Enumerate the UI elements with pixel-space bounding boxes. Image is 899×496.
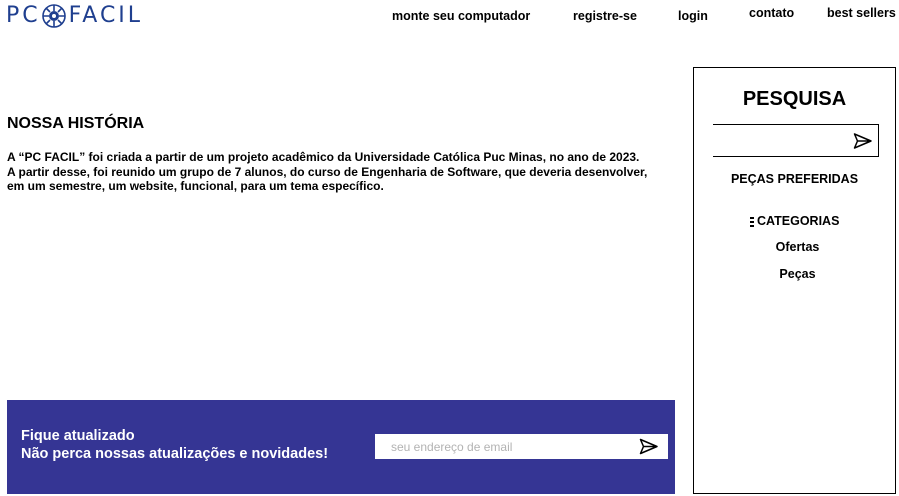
logo-text-facil: FACIL (68, 3, 144, 28)
site-logo[interactable]: PC FACIL (6, 3, 143, 29)
sidebar-title: PESQUISA (742, 88, 847, 110)
circuit-logo-icon (41, 4, 66, 28)
history-line-3: em um semestre, um website, funcional, p… (7, 179, 384, 193)
nav-best-sellers[interactable]: best sellers (827, 6, 896, 20)
menu-icon (750, 216, 754, 227)
nav-monte-seu-computador[interactable]: monte seu computador (392, 9, 530, 23)
history-line-1: A “PC FACIL” foi criada a partir de um p… (7, 150, 640, 164)
newsletter-subtitle: Não perca nossas atualizações e novidade… (21, 446, 329, 462)
send-icon[interactable] (853, 132, 873, 150)
newsletter-form (375, 434, 668, 459)
nav-login[interactable]: login (678, 9, 708, 23)
nav-registre-se[interactable]: registre-se (573, 9, 637, 23)
history-line-2: A partir desse, foi reunido um grupo de … (7, 164, 648, 179)
send-icon[interactable] (639, 438, 659, 455)
sidebar-item-pecas[interactable]: Peças (697, 267, 898, 281)
newsletter-title: Fique atualizado (21, 428, 135, 444)
email-field[interactable] (375, 434, 630, 459)
page-title: NOSSA HISTÓRIA (7, 115, 145, 132)
sidebar-item-pecas-preferidas[interactable]: PEÇAS PREFERIDAS (694, 172, 895, 186)
history-paragraph: A “PC FACIL” foi criada a partir de um p… (7, 150, 687, 194)
nav-contato[interactable]: contato (749, 6, 794, 20)
search-input[interactable] (713, 125, 849, 156)
sidebar-item-categorias-label: CATEGORIAS (757, 214, 840, 228)
logo-text-pc: PC (6, 3, 41, 28)
search-sidebar: PESQUISA PEÇAS PREFERIDAS CATEGORIAS Ofe… (693, 67, 896, 494)
search-box (713, 124, 879, 157)
sidebar-item-categorias[interactable]: CATEGORIAS (750, 214, 839, 228)
sidebar-item-ofertas[interactable]: Ofertas (697, 240, 898, 254)
newsletter-banner: Fique atualizado Não perca nossas atuali… (7, 400, 675, 494)
